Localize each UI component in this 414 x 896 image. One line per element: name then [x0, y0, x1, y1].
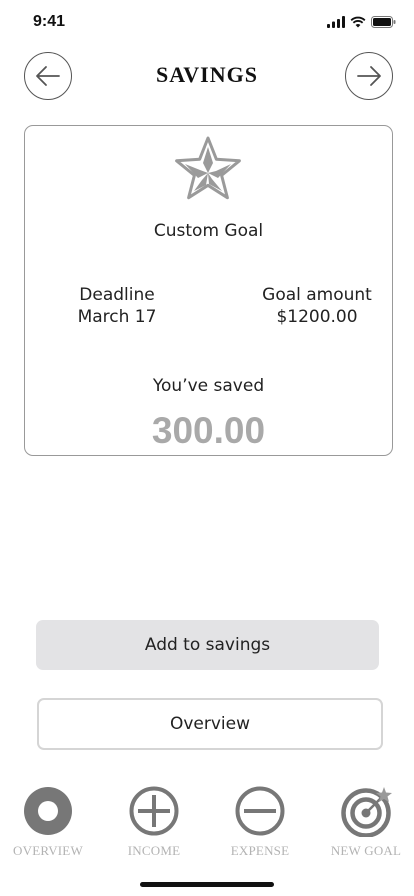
- tab-overview-label: OVERVIEW: [13, 843, 83, 858]
- add-to-savings-button[interactable]: Add to savings: [36, 620, 379, 670]
- deadline-label: Deadline: [79, 285, 155, 305]
- home-indicator: [140, 882, 274, 887]
- filled-circle-icon: [24, 787, 72, 835]
- tab-income[interactable]: INCOME: [104, 780, 204, 860]
- battery-icon: [371, 16, 396, 28]
- goal-amount-value: $1200.00: [276, 307, 358, 327]
- signal-icon: [327, 16, 345, 28]
- tab-overview[interactable]: OVERVIEW: [0, 780, 98, 860]
- status-bar: 9:41: [0, 0, 414, 44]
- deadline-block: Deadline March 17: [47, 284, 187, 328]
- status-time: 9:41: [33, 13, 66, 30]
- minus-circle-icon: [235, 786, 285, 836]
- plus-circle-icon: [129, 786, 179, 836]
- wifi-icon: [350, 16, 366, 28]
- forward-button[interactable]: [345, 52, 393, 100]
- status-icons: [327, 16, 396, 28]
- deadline-value: March 17: [77, 307, 157, 327]
- tab-expense[interactable]: EXPENSE: [210, 780, 310, 860]
- tab-income-label: INCOME: [127, 843, 181, 858]
- goal-amount-label: Goal amount: [262, 285, 372, 305]
- overview-button[interactable]: Overview: [37, 698, 383, 750]
- tab-expense-label: EXPENSE: [230, 843, 290, 858]
- saved-label: You’ve saved: [152, 376, 265, 396]
- target-icon: [341, 787, 392, 837]
- tab-new-goal-label: NEW GOAL: [330, 843, 402, 858]
- goal-name: Custom Goal: [153, 221, 264, 241]
- tab-new-goal[interactable]: NEW GOAL: [316, 780, 414, 860]
- saved-amount: 300.00: [151, 410, 266, 451]
- star-icon: [175, 136, 241, 200]
- goal-amount-block: Goal amount $1200.00: [247, 284, 387, 328]
- arrow-right-icon: [357, 66, 381, 86]
- goal-card: Custom Goal Deadline March 17 Goal amoun…: [24, 125, 393, 456]
- tab-bar: OVERVIEW INCOME EXPENSE NEW GOAL: [0, 780, 414, 870]
